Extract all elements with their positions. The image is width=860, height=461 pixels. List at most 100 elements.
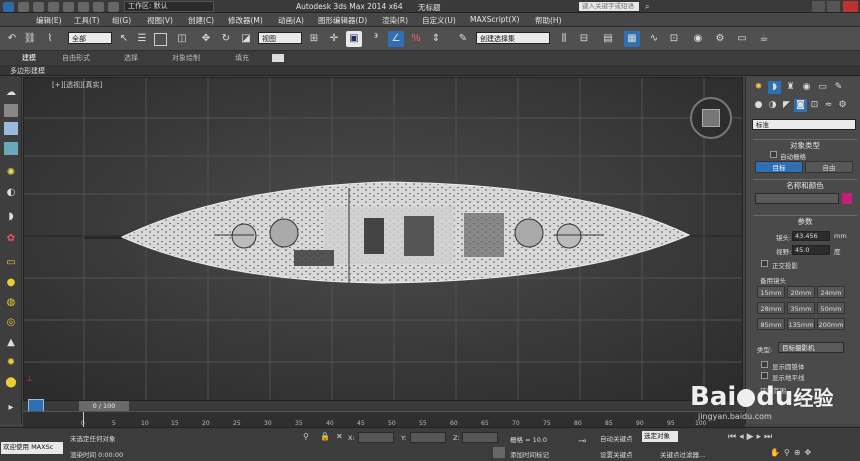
particle-icon[interactable]: ✿: [4, 232, 18, 245]
minimize-icon[interactable]: [812, 1, 825, 12]
lens-28mm-button[interactable]: 28mm: [757, 302, 785, 314]
hold-icon[interactable]: [93, 2, 104, 12]
angle-snap-icon[interactable]: ∠: [388, 31, 404, 47]
maximize-icon[interactable]: [827, 1, 840, 12]
spinner-snap-icon[interactable]: ⇕: [428, 31, 444, 47]
app-logo-icon[interactable]: [3, 2, 14, 12]
hierarchy-tab-icon[interactable]: ♜: [784, 81, 797, 94]
rectangle-icon[interactable]: ▭: [4, 256, 18, 269]
parameters-header[interactable]: 参数: [753, 215, 857, 226]
object-color-swatch[interactable]: [842, 193, 852, 204]
speaker-icon[interactable]: ◗: [4, 210, 18, 223]
shapes-icon[interactable]: ◑: [766, 99, 779, 112]
absolute-mode-icon[interactable]: ✕: [336, 432, 343, 441]
utilities-tab-icon[interactable]: ✎: [832, 81, 845, 94]
modify-tab-icon[interactable]: ◗: [768, 81, 781, 94]
menu-modifiers[interactable]: 修改器(M): [228, 15, 263, 26]
set-key-icon[interactable]: ⊸: [578, 436, 586, 447]
viewcube-face[interactable]: [702, 109, 720, 127]
cone-icon[interactable]: ▲: [4, 336, 18, 349]
ribbon-options-icon[interactable]: [272, 54, 284, 62]
rect-selection-icon[interactable]: [154, 33, 167, 46]
window-crossing-icon[interactable]: ◫: [174, 31, 190, 47]
redo-icon[interactable]: [78, 2, 89, 12]
menu-maxscript[interactable]: MAXScript(X): [470, 15, 519, 24]
render-setup-icon[interactable]: ⚙: [712, 31, 728, 47]
show-horizon-checkbox[interactable]: [761, 372, 768, 379]
scene-explorer-icon[interactable]: [4, 122, 18, 135]
autogrid-checkbox[interactable]: [770, 151, 777, 158]
fetch-icon[interactable]: [108, 2, 119, 12]
spacewarps-icon[interactable]: ≈: [822, 99, 835, 112]
camera-icon[interactable]: ◐: [4, 186, 18, 199]
geosphere-icon[interactable]: ◍: [4, 296, 18, 309]
ribbon-tab-populate[interactable]: 填充: [235, 53, 249, 63]
display-tab-icon[interactable]: ▭: [816, 81, 829, 94]
isolate-icon[interactable]: ⚲: [303, 432, 309, 441]
auto-key-button[interactable]: 自动关键点: [600, 433, 633, 443]
viewcube[interactable]: [690, 97, 732, 139]
edit-named-sel-icon[interactable]: ✎: [455, 31, 471, 47]
named-selection-dropdown[interactable]: 创建选择集: [476, 32, 550, 44]
z-coord-field[interactable]: [462, 432, 498, 443]
lock-selection-icon[interactable]: 🔒: [320, 432, 330, 441]
menu-customize[interactable]: 自定义(U): [422, 15, 456, 26]
target-camera-button[interactable]: 目标: [755, 161, 803, 173]
workspace-dropdown[interactable]: 工作区: 默认: [124, 1, 214, 12]
select-manipulate-icon[interactable]: ✛: [326, 31, 342, 47]
menu-help[interactable]: 帮助(H): [535, 15, 562, 26]
systems-icon[interactable]: ⚙: [836, 99, 849, 112]
close-icon[interactable]: [843, 1, 858, 12]
add-time-tag-button[interactable]: 添加时间标记: [510, 449, 549, 459]
undo-icon[interactable]: [63, 2, 74, 12]
perspective-viewport[interactable]: [+][透视][真实] ⊥: [23, 77, 743, 401]
align-icon[interactable]: ⊟: [576, 31, 592, 47]
fov-input[interactable]: 45.0: [792, 245, 830, 255]
menu-group[interactable]: 组(G): [112, 15, 131, 26]
schematic-view-icon[interactable]: ⊡: [666, 31, 682, 47]
select-by-name-icon[interactable]: ☰: [134, 31, 150, 47]
lens-35mm-button[interactable]: 35mm: [787, 302, 815, 314]
ribbon-tab-selection[interactable]: 选择: [124, 53, 138, 63]
lens-15mm-button[interactable]: 15mm: [757, 286, 785, 298]
layer-explorer-icon[interactable]: [4, 142, 18, 155]
ribbon-tab-freeform[interactable]: 自由形式: [62, 53, 90, 63]
motion-tab-icon[interactable]: ◉: [800, 81, 813, 94]
quick-new-icon[interactable]: [18, 2, 29, 12]
rendered-frame-icon[interactable]: ▭: [734, 31, 750, 47]
geometry-icon[interactable]: ●: [752, 99, 765, 112]
ribbon-tab-modeling[interactable]: 建模: [22, 53, 36, 63]
create-tab-icon[interactable]: ✸: [752, 81, 765, 94]
cylinder-icon[interactable]: ⬤: [4, 376, 18, 389]
time-tag-icon[interactable]: [493, 447, 505, 458]
set-key-button[interactable]: 设置关键点: [600, 449, 633, 459]
lens-input[interactable]: 43.456: [792, 231, 830, 241]
scale-icon[interactable]: ◪: [238, 31, 254, 47]
menu-rendering[interactable]: 渲染(R): [382, 15, 408, 26]
render-production-icon[interactable]: ☕: [756, 31, 772, 47]
maxscript-listener[interactable]: 欢迎使用 MAXSc: [1, 442, 63, 454]
show-cone-checkbox[interactable]: [761, 361, 768, 368]
selected-object-dropdown[interactable]: 选定对象: [642, 431, 678, 442]
curve-editor-icon[interactable]: ∿: [646, 31, 662, 47]
light-icon[interactable]: ✺: [4, 166, 18, 179]
menu-animation[interactable]: 动画(A): [278, 15, 304, 26]
lens-200mm-button[interactable]: 200mm: [817, 318, 845, 330]
reference-coord-dropdown[interactable]: 视图: [258, 32, 302, 44]
mirror-icon[interactable]: ⫼: [556, 31, 572, 47]
box-icon[interactable]: [4, 104, 18, 117]
menu-graph-editors[interactable]: 图形编辑器(D): [318, 15, 367, 26]
timeline-ruler[interactable]: 0 5 10 15 20 25 30 35 40 45 50 55 60 65 …: [23, 411, 745, 428]
object-name-field[interactable]: [755, 193, 839, 204]
bind-space-warp-icon[interactable]: ⌇: [42, 31, 58, 47]
quick-save-icon[interactable]: [48, 2, 59, 12]
menu-views[interactable]: 视图(V): [147, 15, 173, 26]
layer-manager-icon[interactable]: ▤: [600, 31, 616, 47]
select-object-icon[interactable]: ↖: [116, 31, 132, 47]
sun-icon[interactable]: ✹: [4, 356, 18, 369]
link-icon[interactable]: ⛓: [22, 31, 38, 47]
camera-type-dropdown[interactable]: 目标摄影机: [778, 342, 844, 353]
y-coord-field[interactable]: [410, 432, 446, 443]
viewport-nav-controls[interactable]: ✋⚲⊕✥: [770, 448, 815, 457]
playback-controls[interactable]: ⏮◂▶▸⏭: [728, 432, 775, 442]
